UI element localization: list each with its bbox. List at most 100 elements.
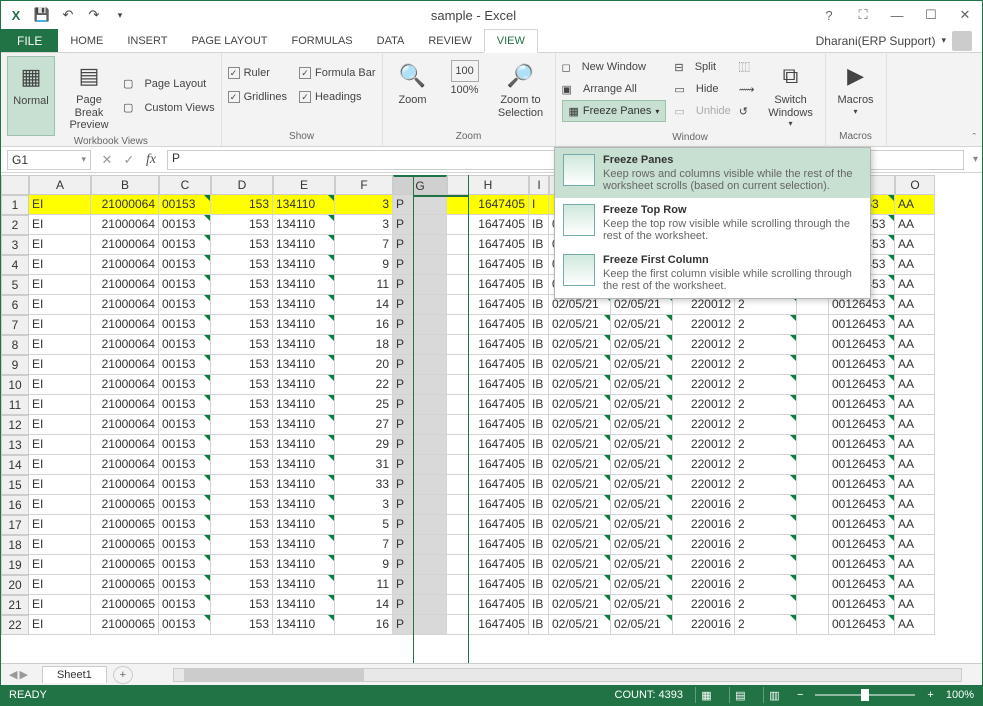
cell[interactable]: IB <box>529 235 549 255</box>
cell[interactable] <box>797 415 829 435</box>
cell[interactable]: 1647405 <box>447 355 529 375</box>
cell[interactable]: IB <box>529 215 549 235</box>
cell[interactable]: 00126453 <box>829 615 895 635</box>
cell[interactable]: 29 <box>335 435 393 455</box>
cell[interactable]: 1647405 <box>447 475 529 495</box>
cell[interactable]: IB <box>529 555 549 575</box>
unhide-button[interactable]: ▭ Unhide <box>674 100 730 122</box>
cell[interactable]: 134110 <box>273 615 335 635</box>
cell[interactable]: AA <box>895 555 935 575</box>
switch-windows-button[interactable]: ⧉Switch Windows▾ <box>763 56 819 132</box>
cell[interactable]: P <box>393 575 447 595</box>
normal-view-icon[interactable]: ▦ <box>695 687 717 703</box>
cell[interactable]: 134110 <box>273 595 335 615</box>
cell[interactable]: P <box>393 595 447 615</box>
cell[interactable]: 220012 <box>673 335 735 355</box>
cell[interactable]: 02/05/21 <box>611 355 673 375</box>
cell[interactable]: 1647405 <box>447 295 529 315</box>
cell[interactable]: P <box>393 455 447 475</box>
cell[interactable]: 1647405 <box>447 235 529 255</box>
horizontal-scrollbar[interactable] <box>173 668 962 682</box>
split-button[interactable]: ⊟ Split <box>674 56 730 78</box>
cell[interactable]: IB <box>529 455 549 475</box>
zoom-level[interactable]: 100% <box>946 689 974 701</box>
cell[interactable]: P <box>393 435 447 455</box>
cell[interactable]: 1647405 <box>447 615 529 635</box>
row-header[interactable]: 19 <box>1 555 29 575</box>
page-break-button[interactable]: ▤ Page Break Preview <box>59 56 119 136</box>
cell[interactable]: 16 <box>335 315 393 335</box>
sync-scroll-button[interactable]: ⟿ <box>739 78 755 100</box>
cell[interactable]: 153 <box>211 455 273 475</box>
cell[interactable]: 00153 <box>159 215 211 235</box>
cell[interactable]: 3 <box>335 495 393 515</box>
zoom-100-button[interactable]: 100100% <box>441 56 489 131</box>
cell[interactable]: 21000064 <box>91 295 159 315</box>
cell[interactable]: 3 <box>335 195 393 215</box>
cell[interactable] <box>797 575 829 595</box>
cell[interactable]: 00153 <box>159 475 211 495</box>
page-layout-button[interactable]: ▢ Page Layout <box>123 73 215 95</box>
cell[interactable]: P <box>393 395 447 415</box>
cell[interactable]: 134110 <box>273 495 335 515</box>
cell[interactable]: 2 <box>735 435 797 455</box>
cell[interactable]: 21000064 <box>91 355 159 375</box>
cell[interactable]: 11 <box>335 275 393 295</box>
cell[interactable]: 22 <box>335 375 393 395</box>
cell[interactable]: P <box>393 275 447 295</box>
row-header[interactable]: 21 <box>1 595 29 615</box>
cell[interactable]: 21000065 <box>91 555 159 575</box>
cell[interactable]: 1647405 <box>447 435 529 455</box>
cell[interactable]: 02/05/21 <box>611 555 673 575</box>
cell[interactable]: P <box>393 475 447 495</box>
cell[interactable]: 00126453 <box>829 555 895 575</box>
cell[interactable]: 220012 <box>673 415 735 435</box>
cell[interactable]: 9 <box>335 555 393 575</box>
cell[interactable]: IB <box>529 595 549 615</box>
cell[interactable]: AA <box>895 415 935 435</box>
cell[interactable]: 14 <box>335 295 393 315</box>
cell[interactable]: 02/05/21 <box>611 535 673 555</box>
cell[interactable]: 134110 <box>273 555 335 575</box>
cell[interactable]: 2 <box>735 575 797 595</box>
cell[interactable]: 1647405 <box>447 255 529 275</box>
row-header[interactable]: 5 <box>1 275 29 295</box>
cell[interactable]: 153 <box>211 515 273 535</box>
cell[interactable]: 153 <box>211 475 273 495</box>
cell[interactable]: 1647405 <box>447 215 529 235</box>
cell[interactable]: 02/05/21 <box>549 315 611 335</box>
cell[interactable]: 1647405 <box>447 555 529 575</box>
column-header[interactable]: B <box>91 175 159 195</box>
cell[interactable]: 134110 <box>273 435 335 455</box>
cell[interactable] <box>797 355 829 375</box>
cell[interactable]: EI <box>29 535 91 555</box>
row-header[interactable]: 15 <box>1 475 29 495</box>
collapse-ribbon-icon[interactable]: ˆ <box>972 132 976 144</box>
cell[interactable]: EI <box>29 375 91 395</box>
row-header[interactable]: 9 <box>1 355 29 375</box>
cell[interactable]: 220016 <box>673 515 735 535</box>
cell[interactable]: 02/05/21 <box>549 515 611 535</box>
cell[interactable]: P <box>393 315 447 335</box>
cell[interactable]: AA <box>895 335 935 355</box>
row-header[interactable]: 22 <box>1 615 29 635</box>
tab-home[interactable]: HOME <box>58 29 115 52</box>
cell[interactable]: 00153 <box>159 575 211 595</box>
tab-page-layout[interactable]: PAGE LAYOUT <box>179 29 279 52</box>
cell[interactable] <box>797 495 829 515</box>
user-menu[interactable]: Dharani(ERP Support) ▾ <box>816 29 982 52</box>
cell[interactable]: 11 <box>335 575 393 595</box>
cell[interactable]: 7 <box>335 235 393 255</box>
cell[interactable]: 00153 <box>159 495 211 515</box>
tab-review[interactable]: REVIEW <box>416 29 483 52</box>
cell[interactable]: EI <box>29 575 91 595</box>
cell[interactable]: 02/05/21 <box>549 495 611 515</box>
cell[interactable]: 134110 <box>273 335 335 355</box>
cell[interactable]: 134110 <box>273 415 335 435</box>
cell[interactable]: 02/05/21 <box>611 495 673 515</box>
cell[interactable]: 2 <box>735 375 797 395</box>
fx-icon[interactable]: fx <box>141 150 161 170</box>
cell[interactable]: P <box>393 535 447 555</box>
cell[interactable]: EI <box>29 475 91 495</box>
row-header[interactable]: 8 <box>1 335 29 355</box>
